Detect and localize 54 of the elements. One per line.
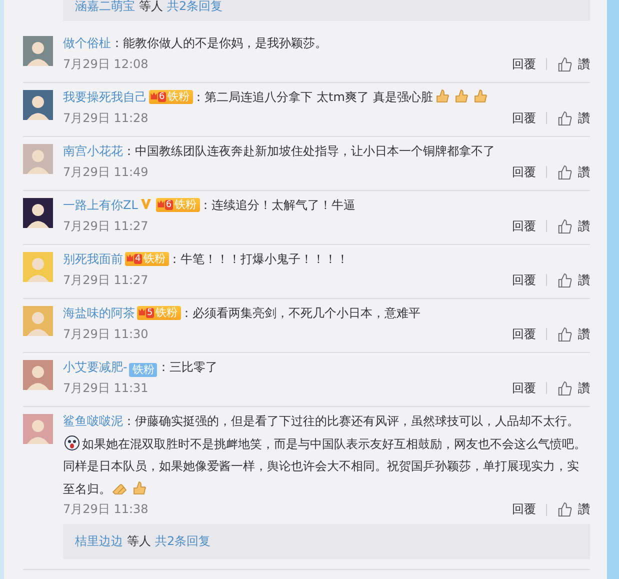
reply-link[interactable]: 回覆 [512,164,536,181]
reply-link[interactable]: 回覆 [512,380,536,397]
reply-link[interactable]: 回覆 [512,110,536,127]
comment-text: 海盐味的阿茶 5 铁粉 ：必须看两集亮剑，不死几个小日本，意难平 [63,305,422,322]
reply-link[interactable]: 回覆 [512,272,536,289]
verified-icon [140,198,152,210]
comment-time: 7月29日 11:31 [63,380,148,397]
avatar[interactable] [23,198,53,228]
surprised-face-emoji-icon [64,434,80,450]
comment-time: 7月29日 11:28 [63,110,148,127]
like-link[interactable]: 讚 [578,272,590,289]
like-icon[interactable] [557,110,572,126]
like-icon[interactable] [557,502,572,518]
thumbs-up-emoji-icon [472,88,488,104]
like-icon[interactable] [557,272,572,288]
fan-badge: 6 铁粉 [149,90,193,104]
thread-suffix: 等人 [127,532,151,550]
comment-time: 7月29日 12:08 [63,56,148,73]
thumbs-up-emoji-icon [452,88,469,104]
comment-text: 别死我面前 4 铁粉 ：牛笔！！！打爆小鬼子！！！！ [63,251,350,268]
like-icon[interactable] [557,56,572,72]
comment-time: 7月29日 11:49 [63,164,148,181]
reply-link[interactable]: 回覆 [512,326,536,343]
like-link[interactable]: 讚 [578,56,590,73]
comment-text: 鲨鱼啵啵泥：伊藤确实挺强的，但是看了下过往的比赛还有风评，虽然球技可以，人品却不太行。 如果她在混双取胜时不是挑衅地笑，而是与中国队表示友好互相鼓励，网友也不会这么气愤吧。同样是日本队员，如果她像爱酱一样，舆论也许会大不相同。祝贺国乒孙颖莎，单打展现实力，实至名归。 [63,413,587,498]
like-link[interactable]: 讚 [578,501,590,518]
comment-time: 7月29日 11:27 [63,272,148,289]
reply-link[interactable]: 回覆 [512,501,536,518]
fan-badge: 5 铁粉 [137,306,181,320]
like-icon[interactable] [557,218,572,234]
comment-time: 7月29日 11:27 [63,218,148,235]
like-link[interactable]: 讚 [578,218,590,235]
like-link[interactable]: 讚 [578,380,590,397]
reply-link[interactable]: 回覆 [512,218,536,235]
like-link[interactable]: 讚 [578,326,590,343]
fan-badge: 6 铁粉 [156,198,200,212]
fan-badge: 4 铁粉 [125,252,169,266]
like-icon[interactable] [557,164,572,180]
like-link[interactable]: 讚 [578,164,590,181]
like-icon[interactable] [557,380,572,396]
thread-suffix: 等人 [139,0,163,12]
comment-text: 小艾要减肥- 铁粉 ：三比零了 [63,359,218,378]
thumbs-up-emoji-icon [131,480,147,496]
comment-text: 一路上有你ZL 6 铁粉 ：连续追分！太解气了！牛逼 [63,197,357,214]
comment-text: 做个俗杫：能教你做人的不是你妈，是我孙颖莎。 [63,35,328,52]
reply-link[interactable]: 回覆 [512,56,536,73]
comment-time: 7月29日 11:30 [63,326,148,343]
comment-time: 7月29日 11:38 [63,501,148,518]
comment-text: 南宫小花花：中国教练团队连夜奔赴新加坡住处指导，让小日本一个铜牌都拿不了 [63,143,496,160]
like-link[interactable]: 讚 [578,110,590,127]
comment-text: 我要操死我自己 6 铁粉 ：第二局连追八分拿下 太tm爽了 真是强心脏 [63,86,590,108]
fan-badge: 铁粉 [129,363,158,377]
like-icon[interactable] [557,326,572,342]
thumbs-up-emoji-icon [434,88,450,104]
